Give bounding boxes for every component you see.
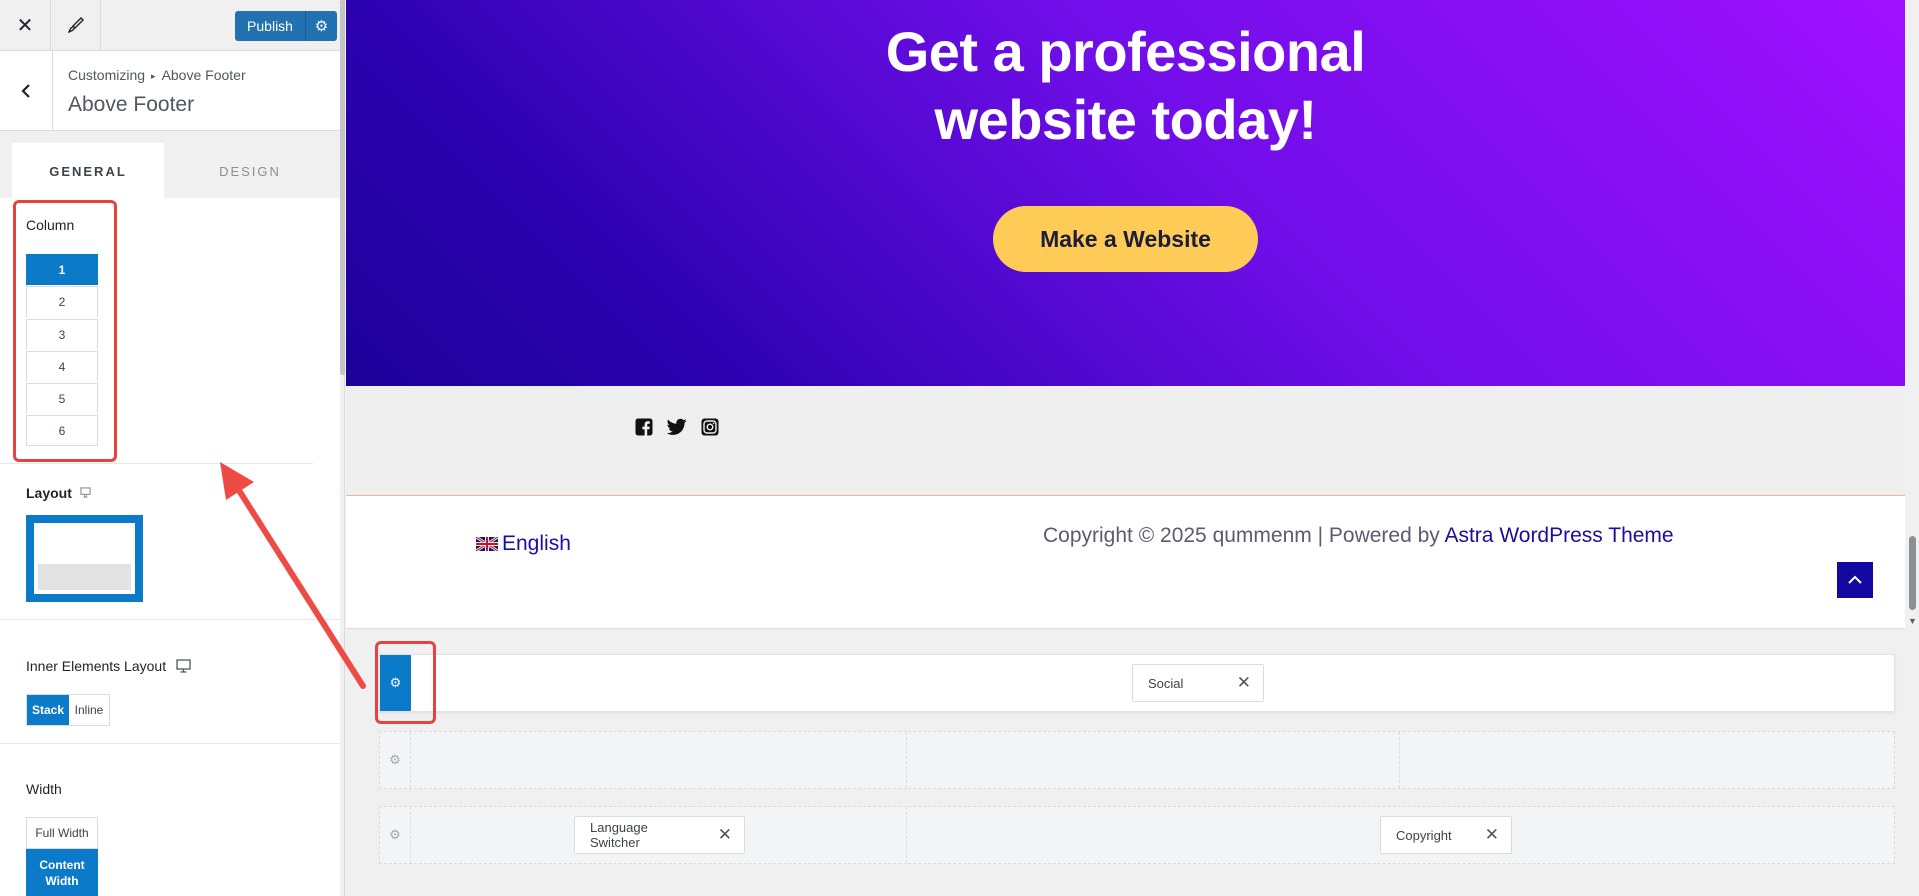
back-button[interactable] (0, 51, 53, 131)
desktop-icon (176, 659, 191, 673)
layout-preview (34, 523, 135, 594)
row-settings-button[interactable]: ⚙ (380, 807, 411, 863)
width-content-option[interactable]: Content Width (26, 849, 98, 896)
hero-section: Get a professional website today! Make a… (346, 0, 1905, 386)
chevron-left-icon (21, 84, 30, 98)
builder-chip-social[interactable]: Social ✕ (1132, 664, 1264, 702)
width-label: Width (26, 781, 62, 797)
copyright-text: Copyright © 2025 qummenm | Powered by As… (1043, 524, 1674, 548)
scroll-to-top-button[interactable] (1837, 562, 1873, 598)
paintbrush-icon (67, 17, 84, 33)
tab-general[interactable]: General (12, 143, 164, 199)
inner-layout-inline-option[interactable]: Inline (69, 695, 109, 725)
make-website-button[interactable]: Make a Website (993, 206, 1258, 272)
builder-row-primary-footer[interactable]: ⚙ (379, 731, 1895, 789)
customizer-topbar: ✕ Publish ⚙ (0, 0, 344, 51)
builder-row-below-footer[interactable]: ⚙ Language Switcher ✕ Copyright ✕ (379, 806, 1895, 864)
site-preview: Get a professional website today! Make a… (346, 0, 1919, 896)
inner-layout-stack-option[interactable]: Stack (27, 695, 69, 725)
remove-icon[interactable]: ✕ (718, 825, 732, 845)
column-divider (906, 807, 907, 863)
breadcrumb-separator-icon: ▸ (151, 71, 156, 81)
layout-preview-bar (38, 564, 131, 590)
row-settings-button[interactable]: ⚙ (380, 732, 411, 788)
hero-title-line-1: Get a professional (885, 20, 1366, 83)
scroll-down-arrow-icon[interactable]: ▼ (1908, 616, 1917, 626)
publish-button[interactable]: Publish (235, 11, 305, 41)
gear-icon: ⚙ (314, 18, 329, 35)
divider (0, 743, 340, 744)
publish-settings-button[interactable]: ⚙ (305, 11, 337, 41)
divider (0, 463, 313, 464)
builder-chip-language-switcher[interactable]: Language Switcher ✕ (574, 816, 745, 854)
close-icon: ✕ (16, 14, 34, 37)
section-header: Customizing ▸ Above Footer Above Footer (0, 51, 344, 131)
language-switcher[interactable]: English (476, 532, 571, 556)
above-footer-section (346, 386, 1905, 496)
chevron-up-icon (1848, 575, 1862, 584)
preview-scrollbar[interactable]: ▼ (1906, 0, 1919, 629)
chip-label: Copyright (1396, 827, 1452, 843)
panel-scrollbar[interactable] (340, 0, 345, 375)
chip-label: Language Switcher (590, 820, 648, 850)
gear-icon: ⚙ (389, 752, 401, 767)
primary-footer-section: English Copyright © 2025 qummenm | Power… (346, 496, 1905, 629)
preview-scrollbar-thumb[interactable] (1909, 536, 1916, 610)
gear-icon: ⚙ (389, 827, 401, 842)
language-label: English (502, 532, 571, 555)
remove-icon[interactable]: ✕ (1237, 673, 1251, 693)
breadcrumb: Customizing ▸ Above Footer (68, 67, 246, 83)
section-title: Above Footer (68, 93, 195, 116)
chip-label: Social (1148, 675, 1184, 691)
tab-bar: General Design (0, 131, 344, 199)
builder-chip-copyright[interactable]: Copyright ✕ (1380, 816, 1512, 854)
inner-layout-toggle: Stack Inline (26, 694, 110, 726)
layout-label-text: Layout (26, 485, 72, 501)
breadcrumb-current: Above Footer (161, 67, 246, 83)
theme-link[interactable]: Astra WordPress Theme (1444, 524, 1673, 547)
remove-icon[interactable]: ✕ (1485, 825, 1499, 845)
column-highlight-box (13, 200, 117, 462)
hero-title-line-2: website today! (934, 88, 1317, 151)
column-divider (906, 732, 907, 788)
width-full-option[interactable]: Full Width (26, 817, 98, 849)
row-gear-highlight-box (375, 641, 436, 724)
twitter-icon[interactable] (667, 417, 687, 437)
inner-layout-label: Inner Elements Layout (26, 658, 191, 674)
social-icons (634, 417, 720, 437)
uk-flag-icon (476, 537, 498, 551)
layout-label: Layout (26, 485, 91, 501)
copyright-prefix: Copyright © 2025 qummenm | Powered by (1043, 524, 1445, 547)
close-customizer-button[interactable]: ✕ (0, 0, 51, 50)
divider (0, 619, 340, 620)
desktop-icon (80, 487, 91, 498)
tab-design[interactable]: Design (164, 143, 336, 199)
instagram-icon[interactable] (700, 417, 720, 437)
hero-title: Get a professional website today! (346, 18, 1905, 154)
column-divider (1399, 732, 1400, 788)
inner-layout-label-text: Inner Elements Layout (26, 658, 167, 674)
layout-option-full[interactable] (26, 515, 143, 602)
breadcrumb-root: Customizing (68, 67, 146, 83)
facebook-icon[interactable] (634, 417, 654, 437)
publish-group: Publish ⚙ (235, 11, 337, 41)
design-mode-button[interactable] (51, 0, 101, 50)
builder-row-above-footer[interactable]: ⚙ Social ✕ (379, 654, 1895, 712)
